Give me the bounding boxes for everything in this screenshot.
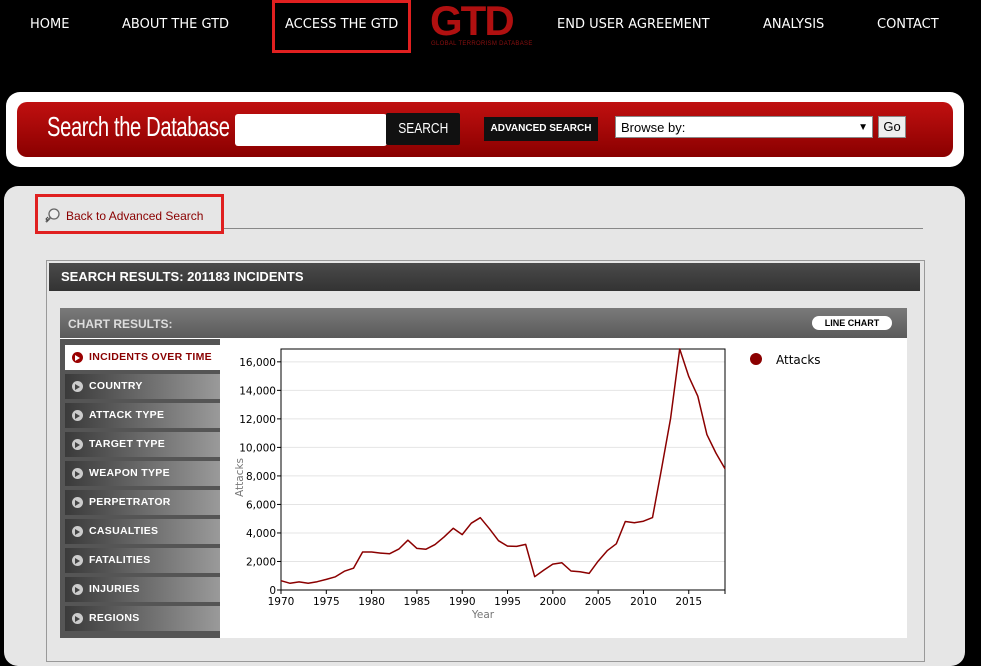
category-incidents-over-time[interactable]: INCIDENTS OVER TIME [65,345,220,370]
chart-results: CHART RESULTS: LINE CHART INCIDENTS OVER… [60,308,907,638]
x-tick-label: 1990 [449,596,476,608]
category-fatalities[interactable]: FATALITIES [65,548,220,573]
category-label: REGIONS [89,612,140,624]
x-tick-label: 1980 [358,596,385,608]
results-header: SEARCH RESULTS: 201183 INCIDENTS [49,263,920,291]
nav-about[interactable]: ABOUT THE GTD [122,17,229,32]
category-label: INJURIES [89,583,140,595]
y-tick-label: 10,000 [239,442,276,454]
go-button[interactable]: Go [878,116,906,138]
search-results: SEARCH RESULTS: 201183 INCIDENTS CHART R… [46,260,925,662]
x-tick-label: 2010 [630,596,657,608]
category-label: CASUALTIES [89,525,159,537]
x-axis-label: Year [471,609,495,621]
browse-by-select[interactable]: Browse by: ▼ [615,116,873,138]
nav-agreement[interactable]: END USER AGREEMENT [557,17,710,32]
plot-frame [280,348,726,591]
search-button[interactable]: SEARCH [386,113,460,145]
x-tick-label: 2005 [585,596,612,608]
advanced-search-button[interactable]: ADVANCED SEARCH [484,117,598,141]
nav-analysis[interactable]: ANALYSIS [763,17,824,32]
chart-results-header: CHART RESULTS: LINE CHART [60,308,907,338]
logo-mark: GTD [430,0,515,44]
search-banner-frame: Search the Database SEARCH ADVANCED SEAR… [6,92,964,167]
line-chart-button[interactable]: LINE CHART [812,316,892,330]
y-axis-label: Attacks [234,458,246,497]
gtd-logo[interactable]: GTD GLOBAL TERRORISM DATABASE [430,0,532,51]
search-input[interactable] [235,114,387,146]
y-tick-label: 6,000 [246,499,276,511]
arrow-circle-icon [72,497,83,508]
category-weapon-type[interactable]: WEAPON TYPE [65,461,220,486]
x-tick-label: 1975 [313,596,340,608]
x-tick-label: 1995 [494,596,521,608]
y-tick-label: 16,000 [239,357,276,369]
arrow-circle-icon [72,381,83,392]
browse-by-value: Browse by: [621,120,686,135]
category-injuries[interactable]: INJURIES [65,577,220,602]
category-label: ATTACK TYPE [89,409,165,421]
y-tick-label: 14,000 [239,385,276,397]
x-tick-label: 1970 [268,596,295,608]
incidents-over-time-chart: 02,0004,0006,0008,00010,00012,00014,0001… [234,348,821,621]
series-line-attacks [280,348,726,585]
arrow-circle-icon [72,352,83,363]
y-tick-label: 4,000 [246,528,276,540]
category-label: FATALITIES [89,554,151,566]
legend-label-attacks: Attacks [776,353,821,367]
search-title: Search the Database [47,111,230,142]
chevron-down-icon: ▼ [858,122,868,133]
nav-access[interactable]: ACCESS THE GTD [285,17,398,32]
nav-home[interactable]: HOME [30,17,69,32]
y-tick-label: 12,000 [239,414,276,426]
category-label: COUNTRY [89,380,143,392]
magnifier-back-icon[interactable] [45,207,61,223]
category-regions[interactable]: REGIONS [65,606,220,631]
x-tick-label: 2000 [539,596,566,608]
category-sidebar: INCIDENTS OVER TIME COUNTRY ATTACK TYPE TAR… [60,339,220,638]
arrow-circle-icon [72,526,83,537]
arrow-circle-icon [72,439,83,450]
top-nav: HOME ABOUT THE GTD ACCESS THE GTD GTD GL… [0,0,981,53]
arrow-circle-icon [72,468,83,479]
category-country[interactable]: COUNTRY [65,374,220,399]
x-tick-label: 1985 [404,596,431,608]
y-tick-label: 8,000 [246,471,276,483]
category-attack-type[interactable]: ATTACK TYPE [65,403,220,428]
category-casualties[interactable]: CASUALTIES [65,519,220,544]
category-label: WEAPON TYPE [89,467,170,479]
category-target-type[interactable]: TARGET TYPE [65,432,220,457]
arrow-circle-icon [72,584,83,595]
category-label: TARGET TYPE [89,438,166,450]
back-to-advanced-search-link[interactable]: Back to Advanced Search [66,209,203,223]
chart-results-label: CHART RESULTS: [68,317,173,331]
arrow-circle-icon [72,613,83,624]
arrow-circle-icon [72,410,83,421]
arrow-circle-icon [72,555,83,566]
y-tick-label: 2,000 [246,556,276,568]
divider [224,228,923,229]
category-label: PERPETRATOR [89,496,171,508]
legend-marker-attacks [750,353,762,365]
nav-contact[interactable]: CONTACT [877,17,939,32]
content-panel: Back to Advanced Search SEARCH RESULTS: … [4,186,965,666]
logo-subtitle: GLOBAL TERRORISM DATABASE [431,41,533,47]
x-tick-label: 2015 [675,596,702,608]
category-perpetrator[interactable]: PERPETRATOR [65,490,220,515]
search-button-label: SEARCH [397,120,448,137]
category-label: INCIDENTS OVER TIME [89,351,212,363]
search-banner: Search the Database SEARCH ADVANCED SEAR… [17,102,953,157]
